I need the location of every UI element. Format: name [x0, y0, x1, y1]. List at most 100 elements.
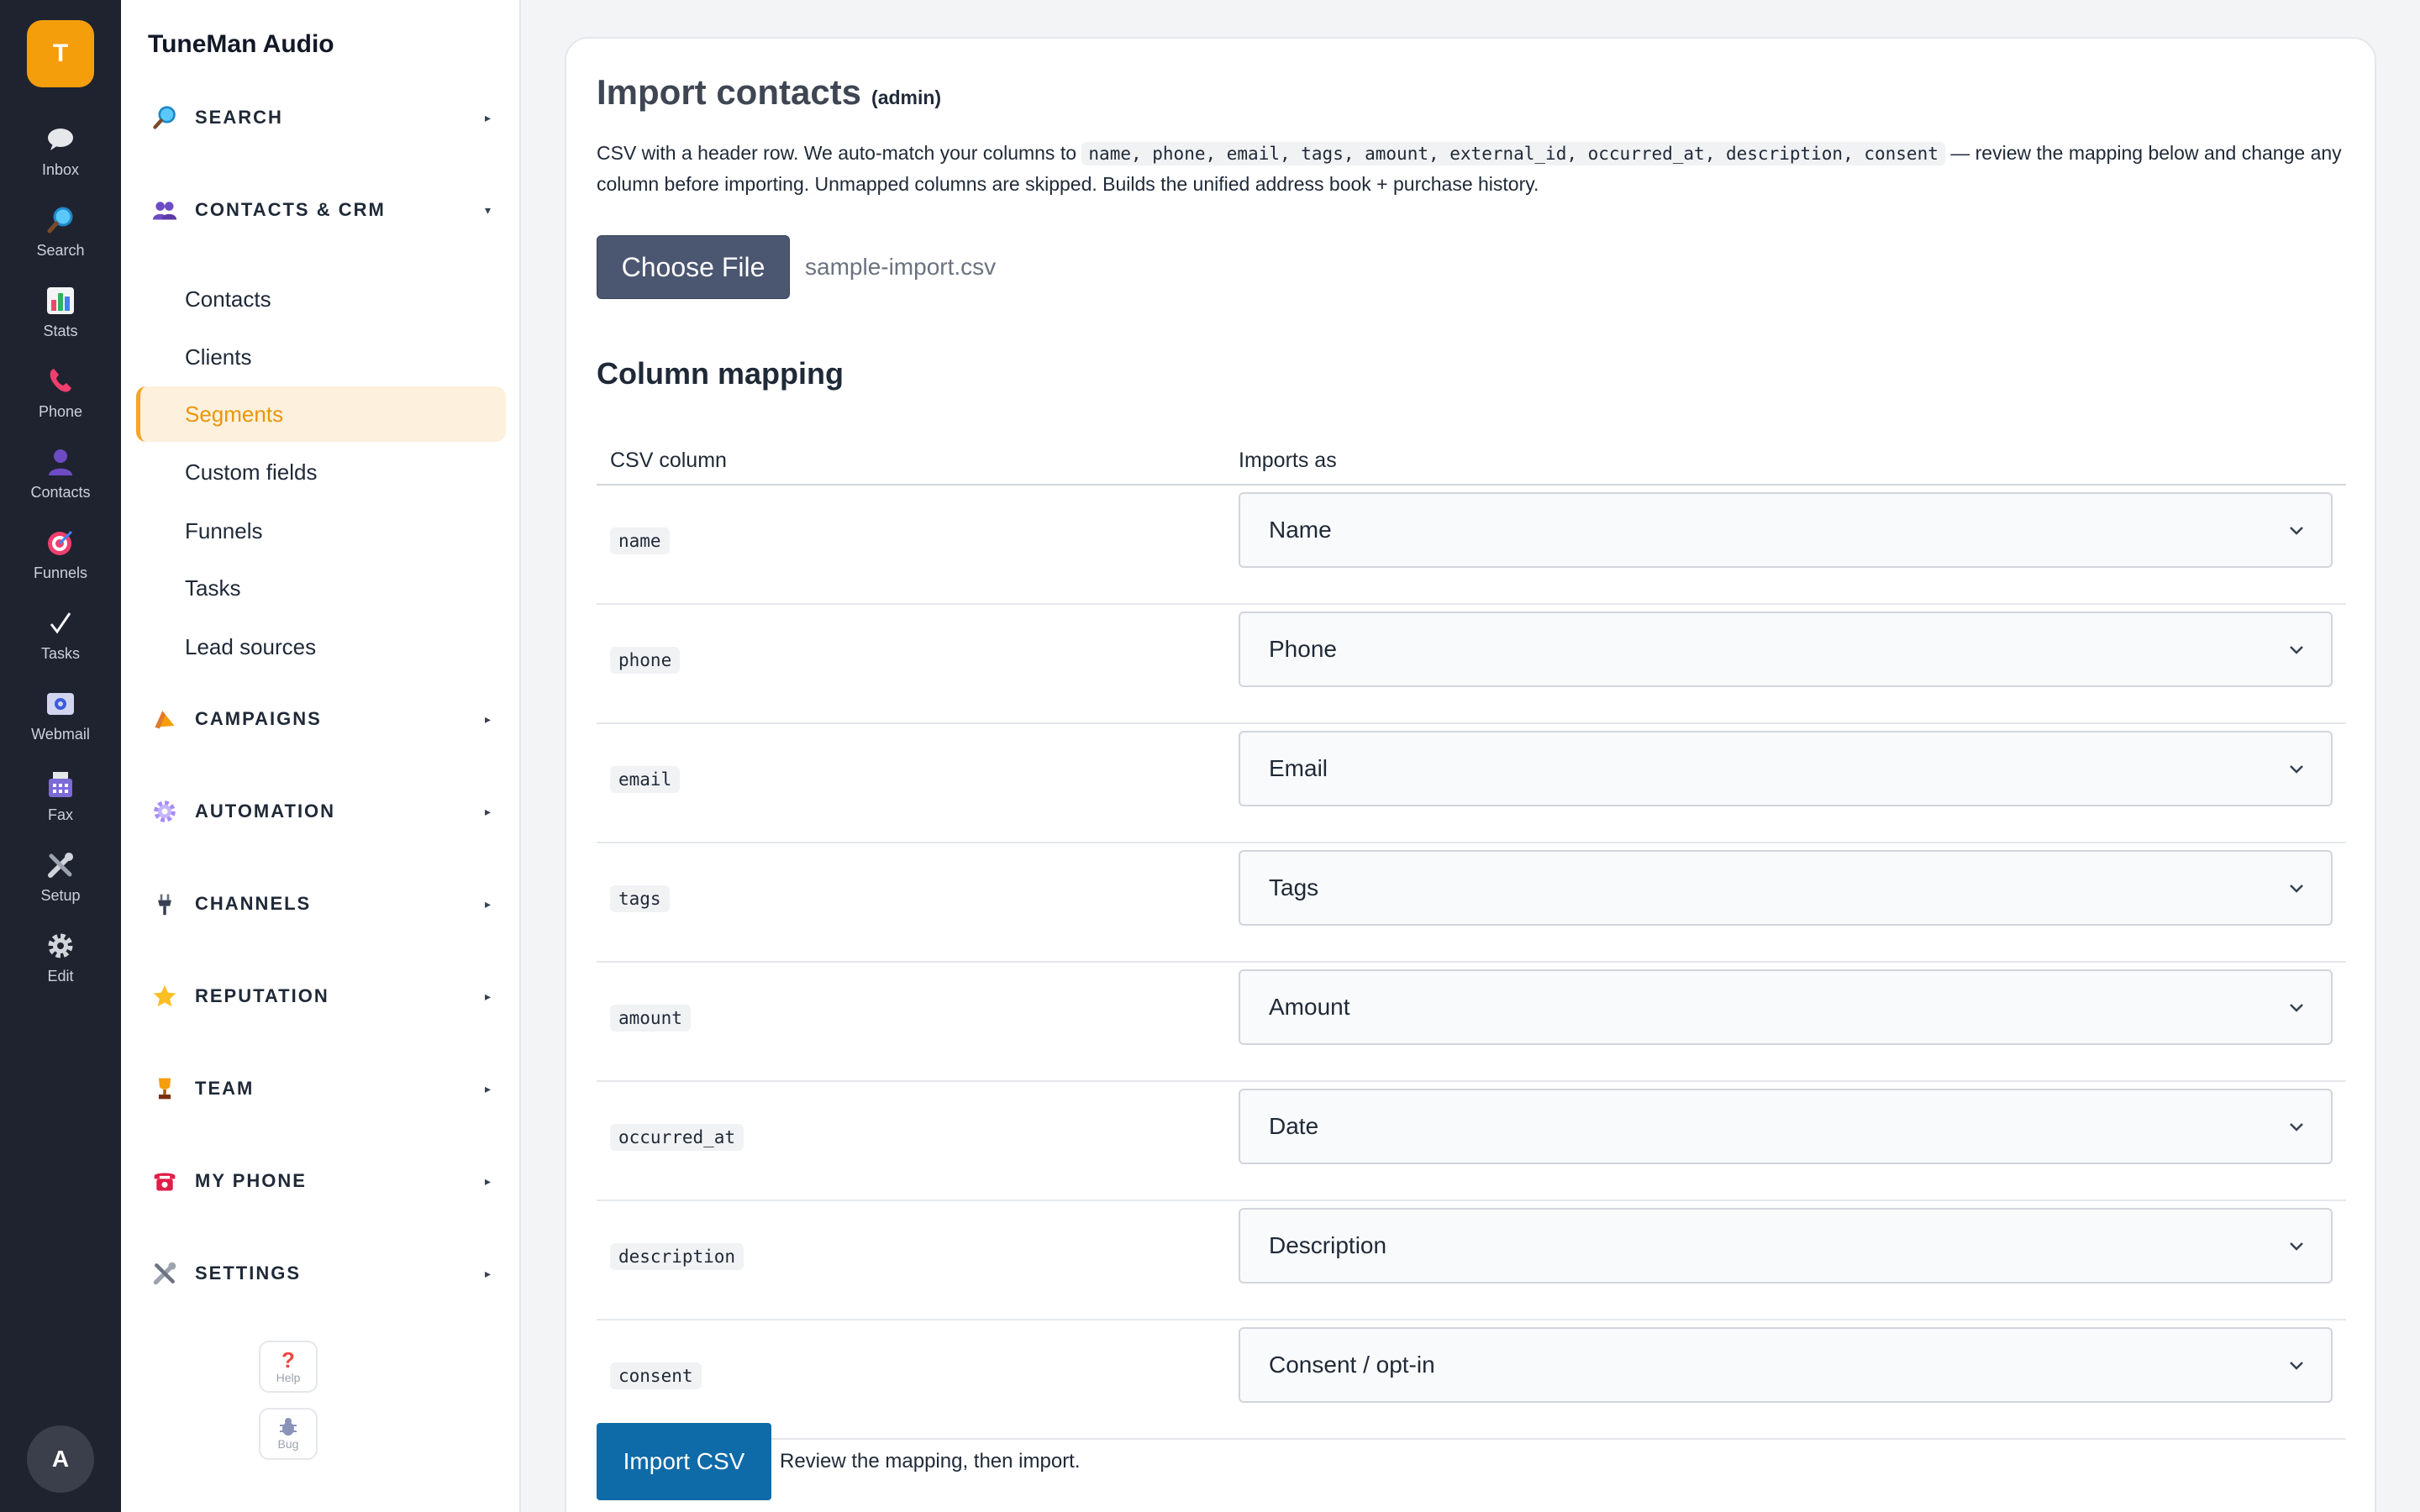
sidebar-section-my-phone[interactable]: MY PHONE ▸ [150, 1158, 502, 1205]
rail-item-contacts[interactable]: Contacts [0, 445, 121, 519]
checkmark-icon [44, 606, 77, 640]
column-header-csv: CSV column [610, 449, 727, 472]
rail-item-search[interactable]: Search [0, 203, 121, 277]
rail-item-stats[interactable]: Stats [0, 284, 121, 358]
import-csv-button[interactable]: Import CSV [597, 1423, 771, 1500]
sidebar-section-settings[interactable]: SETTINGS ▸ [150, 1250, 502, 1297]
select-value: Consent / opt-in [1269, 1352, 1435, 1378]
rail-item-inbox[interactable]: Inbox [0, 123, 121, 197]
import-card: Import contacts (admin) CSV with a heade… [565, 37, 2376, 1512]
page-title: Import contacts [597, 72, 862, 112]
gear-icon [150, 796, 180, 827]
magnifier-icon [150, 102, 180, 133]
megaphone-icon [150, 704, 180, 734]
sidebar-section-channels[interactable]: CHANNELS ▸ [150, 880, 502, 927]
plug-icon [150, 889, 180, 919]
caret-right-icon: ▸ [484, 711, 491, 726]
choose-file-button[interactable]: Choose File [597, 235, 790, 299]
chevron-down-icon [2290, 1004, 2303, 1012]
csv-column-name: email [610, 766, 681, 793]
caret-right-icon: ▸ [484, 110, 491, 124]
section-label: CONTACTS & CRM [195, 199, 386, 220]
table-row: name Name [597, 486, 2346, 605]
bug-icon [277, 1417, 299, 1437]
csv-column-name: consent [610, 1362, 702, 1389]
section-label: CAMPAIGNS [195, 708, 322, 729]
section-label: REPUTATION [195, 985, 329, 1006]
sidebar-section-team[interactable]: TEAM ▸ [150, 1065, 502, 1112]
rail-item-phone[interactable]: Phone [0, 365, 121, 438]
avatar[interactable]: A [27, 1425, 94, 1493]
fax-icon [44, 768, 77, 801]
target-icon [44, 526, 77, 559]
select-value: Email [1269, 755, 1328, 781]
caret-right-icon: ▸ [484, 896, 491, 911]
section-label: SEARCH [195, 107, 283, 128]
rail-label: Phone [38, 403, 83, 420]
imports-as-select[interactable]: Date [1239, 1089, 2333, 1164]
star-icon [150, 981, 180, 1011]
sidebar-item-segments[interactable]: Segments [136, 386, 506, 442]
sidebar-item-clients[interactable]: Clients [136, 329, 506, 385]
caret-right-icon: ▸ [484, 989, 491, 1003]
rail-item-funnels[interactable]: Funnels [0, 526, 121, 600]
section-label: CHANNELS [195, 893, 312, 914]
at-sign-icon [44, 687, 77, 721]
sidebar-item-lead-sources[interactable]: Lead sources [136, 619, 506, 675]
sidebar-item-tasks[interactable]: Tasks [136, 560, 506, 616]
imports-as-select[interactable]: Phone [1239, 612, 2333, 687]
app-logo[interactable]: T [27, 20, 94, 87]
sidebar-item-contacts[interactable]: Contacts [136, 271, 506, 327]
import-hint: Review the mapping, then import. [780, 1450, 1081, 1473]
sidebar-item-funnels[interactable]: Funnels [136, 503, 506, 559]
rail-item-setup[interactable]: Setup [0, 848, 121, 922]
imports-as-select[interactable]: Tags [1239, 850, 2333, 926]
chevron-down-icon [2290, 1242, 2303, 1251]
rail-item-webmail[interactable]: Webmail [0, 687, 121, 761]
bug-button[interactable]: Bug [259, 1408, 318, 1460]
section-label: MY PHONE [195, 1170, 307, 1191]
page-title-row: Import contacts (admin) [597, 72, 941, 113]
table-row: amount Amount [597, 963, 2346, 1082]
sidebar-section-automation[interactable]: AUTOMATION ▸ [150, 788, 502, 835]
imports-as-select[interactable]: Email [1239, 731, 2333, 806]
gear-icon [44, 929, 77, 963]
sidebar-item-custom-fields[interactable]: Custom fields [136, 444, 506, 500]
help-label: Help [276, 1371, 301, 1384]
chevron-down-icon [2290, 1123, 2303, 1131]
rail-label: Search [36, 242, 85, 259]
table-row: email Email [597, 724, 2346, 843]
imports-as-select[interactable]: Amount [1239, 969, 2333, 1045]
bug-label: Bug [277, 1437, 299, 1451]
caret-right-icon: ▸ [484, 1266, 491, 1280]
chevron-down-icon [2290, 885, 2303, 893]
file-picker: Choose File sample-import.csv [597, 235, 996, 299]
select-value: Amount [1269, 994, 1350, 1020]
tools-icon [150, 1258, 180, 1289]
rail-label: Inbox [41, 161, 80, 178]
section-label: AUTOMATION [195, 801, 336, 822]
brand-name: TuneMan Audio [148, 30, 334, 58]
imports-as-select[interactable]: Consent / opt-in [1239, 1327, 2333, 1403]
table-row: occurred_at Date [597, 1082, 2346, 1201]
rail-label: Fax [47, 806, 73, 823]
rail-label: Tasks [40, 645, 80, 662]
imports-as-select[interactable]: Name [1239, 492, 2333, 568]
help-button[interactable]: ? Help [259, 1341, 318, 1393]
imports-as-select[interactable]: Description [1239, 1208, 2333, 1284]
section-label: SETTINGS [195, 1263, 302, 1284]
select-value: Phone [1269, 636, 1337, 662]
rail-label: Contacts [30, 484, 91, 501]
sidebar-section-campaigns[interactable]: CAMPAIGNS ▸ [150, 696, 502, 743]
rail-label: Edit [47, 968, 74, 984]
sidebar-section-reputation[interactable]: REPUTATION ▸ [150, 973, 502, 1020]
table-row: tags Tags [597, 843, 2346, 963]
rail-item-tasks[interactable]: Tasks [0, 606, 121, 680]
csv-column-name: phone [610, 647, 681, 674]
sidebar-section-contacts-crm[interactable]: CONTACTS & CRM ▾ [150, 186, 502, 234]
caret-right-icon: ▸ [484, 1081, 491, 1095]
rail-item-edit[interactable]: Edit [0, 929, 121, 1003]
sidebar-section-search[interactable]: SEARCH ▸ [150, 94, 502, 141]
rail-item-fax[interactable]: Fax [0, 768, 121, 842]
trophy-icon [150, 1074, 180, 1104]
